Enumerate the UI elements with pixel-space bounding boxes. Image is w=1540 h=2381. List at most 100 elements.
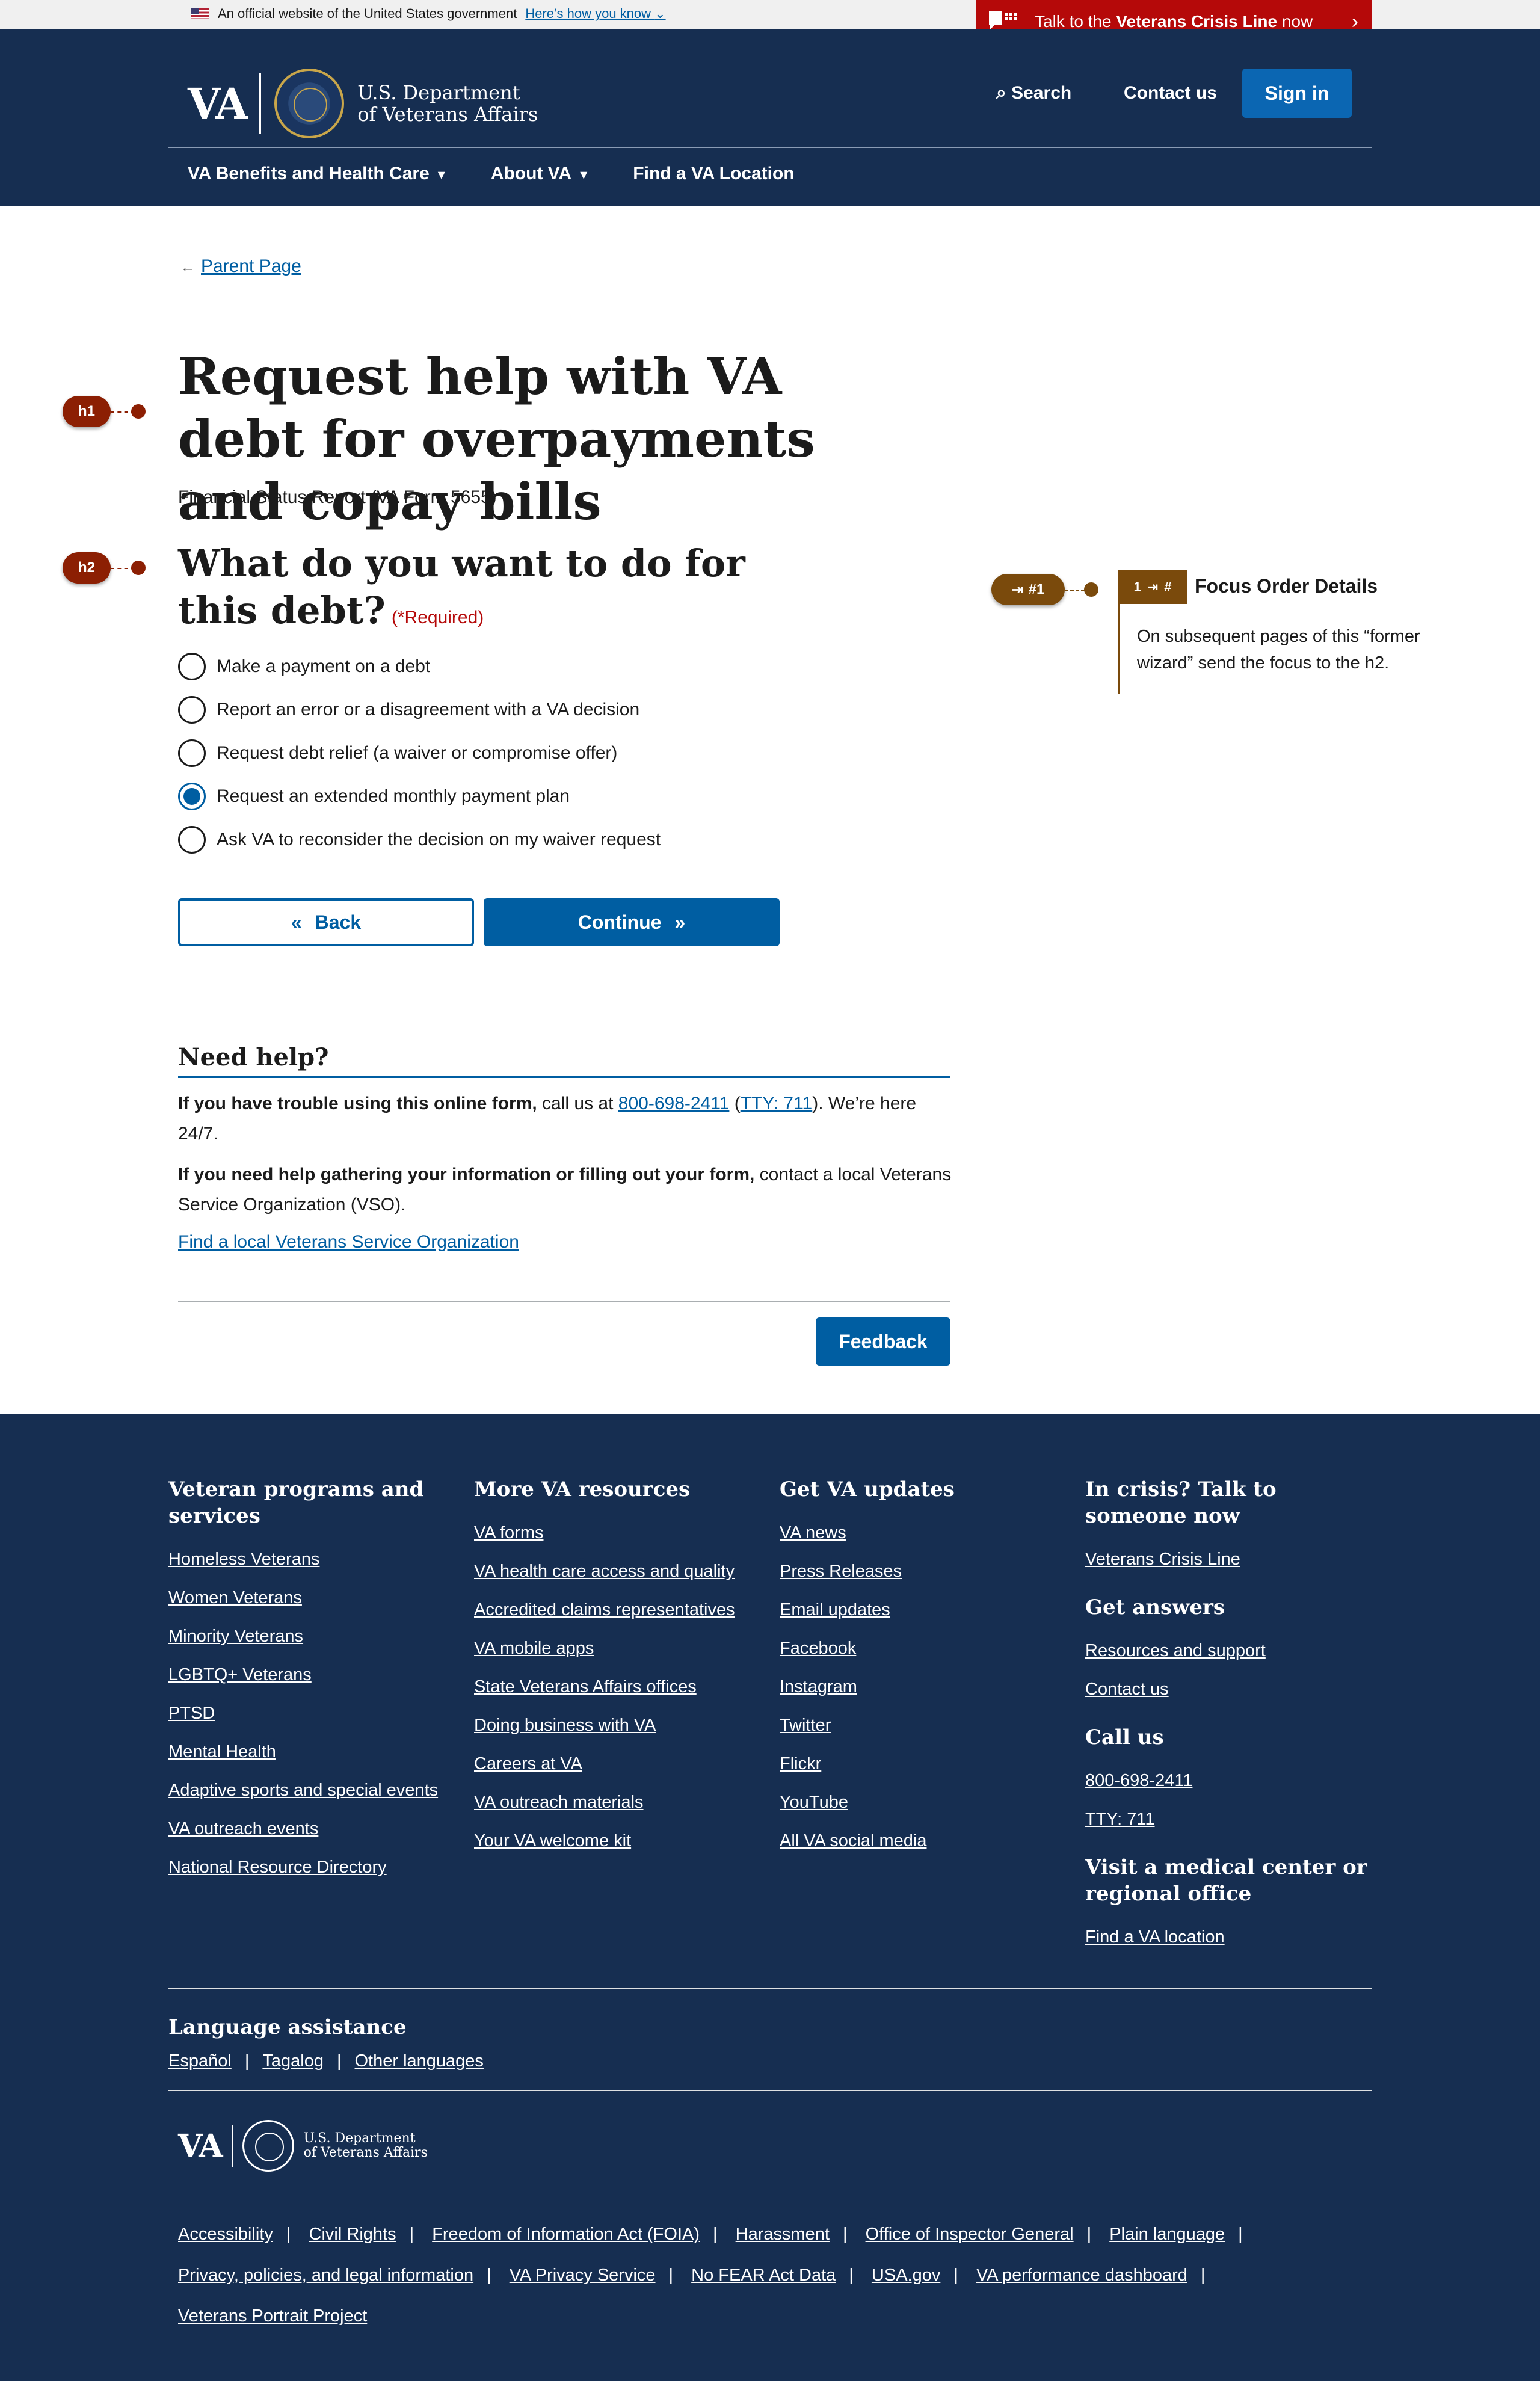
legal-link[interactable]: Plain language <box>1109 2225 1225 2244</box>
main-nav: VA Benefits and Health Care ▾ About VA ▾ F… <box>188 164 795 184</box>
nav-find-location[interactable]: Find a VA Location <box>633 164 794 184</box>
tab-focus-icon: ⇥ <box>1011 581 1024 598</box>
page-subtitle: Financial Status Report (VA Form 5655) <box>178 487 497 507</box>
footer-col-resources: More VA resources VA forms VA health car… <box>474 1476 763 1860</box>
heres-how-you-know-link[interactable]: Here’s how you know ⌄ <box>525 6 665 22</box>
va-seal-icon <box>242 2120 294 2172</box>
find-vso-link[interactable]: Find a local Veterans Service Organizati… <box>178 1232 519 1252</box>
debt-options: Make a payment on a debt Report an error… <box>178 645 661 861</box>
footer-link[interactable]: LGBTQ+ Veterans <box>168 1656 457 1694</box>
need-help-title: Need help? <box>178 1043 329 1071</box>
footer-link[interactable]: Resources and support <box>1085 1631 1374 1670</box>
radio-button[interactable] <box>178 739 206 767</box>
need-help-paragraph-1: If you have trouble using this online fo… <box>178 1094 917 1144</box>
footer-link[interactable]: TTY: 711 <box>1085 1800 1374 1838</box>
footer-link[interactable]: VA outreach events <box>168 1810 457 1848</box>
footer-va-logo[interactable]: VA U.S. Department of Veterans Affairs <box>178 2120 428 2172</box>
footer-link[interactable]: All VA social media <box>780 1822 1068 1860</box>
footer-link[interactable]: Your VA welcome kit <box>474 1822 763 1860</box>
chevron-down-icon: ▾ <box>437 167 445 183</box>
footer-link[interactable]: Twitter <box>780 1706 1068 1745</box>
nav-about[interactable]: About VA ▾ <box>491 164 587 184</box>
footer-link[interactable]: Flickr <box>780 1745 1068 1783</box>
legal-link[interactable]: Civil Rights <box>309 2225 396 2244</box>
radio-option[interactable]: Request an extended monthly payment plan <box>178 775 661 818</box>
legal-links: Accessibility | Civil Rights | Freedom of … <box>178 2225 1243 2326</box>
lang-link-spanish[interactable]: Español <box>168 2051 232 2071</box>
footer-link[interactable]: Careers at VA <box>474 1745 763 1783</box>
legal-link[interactable]: Accessibility <box>178 2225 273 2244</box>
radio-button[interactable] <box>178 653 206 680</box>
footer-link[interactable]: Email updates <box>780 1591 1068 1629</box>
footer-link[interactable]: National Resource Directory <box>168 1848 457 1887</box>
footer-link[interactable]: PTSD <box>168 1694 457 1733</box>
legal-link[interactable]: Privacy, policies, and legal information <box>178 2265 473 2285</box>
legal-link[interactable]: No FEAR Act Data <box>691 2265 836 2285</box>
legal-link[interactable]: Freedom of Information Act (FOIA) <box>432 2225 700 2244</box>
legal-link[interactable]: Office of Inspector General <box>866 2225 1074 2244</box>
footer-col-programs: Veteran programs and services Homeless V… <box>168 1476 457 1887</box>
search-icon: ⌕ <box>996 83 1006 103</box>
us-flag-icon <box>191 8 209 19</box>
legal-link[interactable]: Harassment <box>736 2225 830 2244</box>
footer-link[interactable]: Homeless Veterans <box>168 1540 457 1579</box>
radio-option[interactable]: Request debt relief (a waiver or comprom… <box>178 732 661 775</box>
legal-link[interactable]: VA performance dashboard <box>976 2265 1187 2285</box>
legal-link[interactable]: Veterans Portrait Project <box>178 2306 367 2326</box>
footer-link[interactable]: Press Releases <box>780 1552 1068 1591</box>
radio-option[interactable]: Make a payment on a debt <box>178 645 661 688</box>
legal-link[interactable]: USA.gov <box>872 2265 940 2285</box>
tty-link[interactable]: TTY: 711 <box>741 1094 813 1113</box>
radio-button[interactable] <box>178 696 206 724</box>
feedback-button[interactable]: Feedback <box>816 1317 950 1366</box>
focus-order-title: Focus Order Details <box>1195 575 1378 597</box>
footer-link[interactable]: Contact us <box>1085 1670 1374 1708</box>
double-chevron-left-icon: « <box>291 911 302 933</box>
radio-option[interactable]: Report an error or a disagreement with a… <box>178 688 661 732</box>
footer-link[interactable]: Adaptive sports and special events <box>168 1771 457 1810</box>
footer-link[interactable]: VA outreach materials <box>474 1783 763 1822</box>
breadcrumb: ← Parent Page <box>180 256 301 277</box>
language-assistance-title: Language assistance <box>168 2015 407 2039</box>
footer-link[interactable]: Women Veterans <box>168 1579 457 1617</box>
radio-option[interactable]: Ask VA to reconsider the decision on my … <box>178 818 661 861</box>
h1-annotation-badge: h1 <box>63 396 111 427</box>
footer-link[interactable]: VA mobile apps <box>474 1629 763 1668</box>
required-label: (*Required) <box>391 608 484 627</box>
radio-button[interactable] <box>178 826 206 854</box>
footer-link[interactable]: VA forms <box>474 1514 763 1552</box>
legal-link[interactable]: VA Privacy Service <box>510 2265 656 2285</box>
footer-col-contact: In crisis? Talk to someone now Veterans … <box>1085 1476 1374 1956</box>
sign-in-button[interactable]: Sign in <box>1242 69 1352 118</box>
radio-button-selected[interactable] <box>178 783 206 810</box>
phone-link[interactable]: 800-698-2411 <box>618 1094 730 1113</box>
footer-col-updates: Get VA updates VA news Press Releases Em… <box>780 1476 1068 1860</box>
footer-link[interactable]: Find a VA location <box>1085 1918 1374 1956</box>
focus-order-badge: ⇥ #1 <box>991 574 1065 605</box>
nav-benefits[interactable]: VA Benefits and Health Care ▾ <box>188 164 445 184</box>
lang-link-other[interactable]: Other languages <box>355 2051 484 2071</box>
focus-order-tag: 1 ⇥ # <box>1118 570 1187 604</box>
site-header: VA U.S. Department of Veterans Affairs ⌕ … <box>0 29 1540 206</box>
continue-button[interactable]: Continue» <box>484 898 780 946</box>
parent-page-link[interactable]: Parent Page <box>201 256 301 276</box>
footer-link[interactable]: YouTube <box>780 1783 1068 1822</box>
footer-link[interactable]: Instagram <box>780 1668 1068 1706</box>
footer-link[interactable]: Mental Health <box>168 1733 457 1771</box>
va-logo[interactable]: VA U.S. Department of Veterans Affairs <box>188 69 538 138</box>
footer-link[interactable]: State Veterans Affairs offices <box>474 1668 763 1706</box>
lang-link-tagalog[interactable]: Tagalog <box>262 2051 324 2071</box>
need-help-paragraph-2: If you need help gathering your informat… <box>178 1165 952 1215</box>
back-button[interactable]: «Back <box>178 898 474 946</box>
search-button[interactable]: ⌕ Search <box>996 83 1071 103</box>
footer-link[interactable]: Accredited claims representatives <box>474 1591 763 1629</box>
footer-link[interactable]: Veterans Crisis Line <box>1085 1540 1374 1579</box>
tab-focus-icon: ⇥ <box>1147 579 1159 594</box>
footer-link[interactable]: Facebook <box>780 1629 1068 1668</box>
footer-link[interactable]: Doing business with VA <box>474 1706 763 1745</box>
footer-link[interactable]: Minority Veterans <box>168 1617 457 1656</box>
footer-link[interactable]: VA news <box>780 1514 1068 1552</box>
footer-link[interactable]: VA health care access and quality <box>474 1552 763 1591</box>
footer-link[interactable]: 800-698-2411 <box>1085 1761 1374 1800</box>
contact-us-link[interactable]: Contact us <box>1124 83 1217 103</box>
